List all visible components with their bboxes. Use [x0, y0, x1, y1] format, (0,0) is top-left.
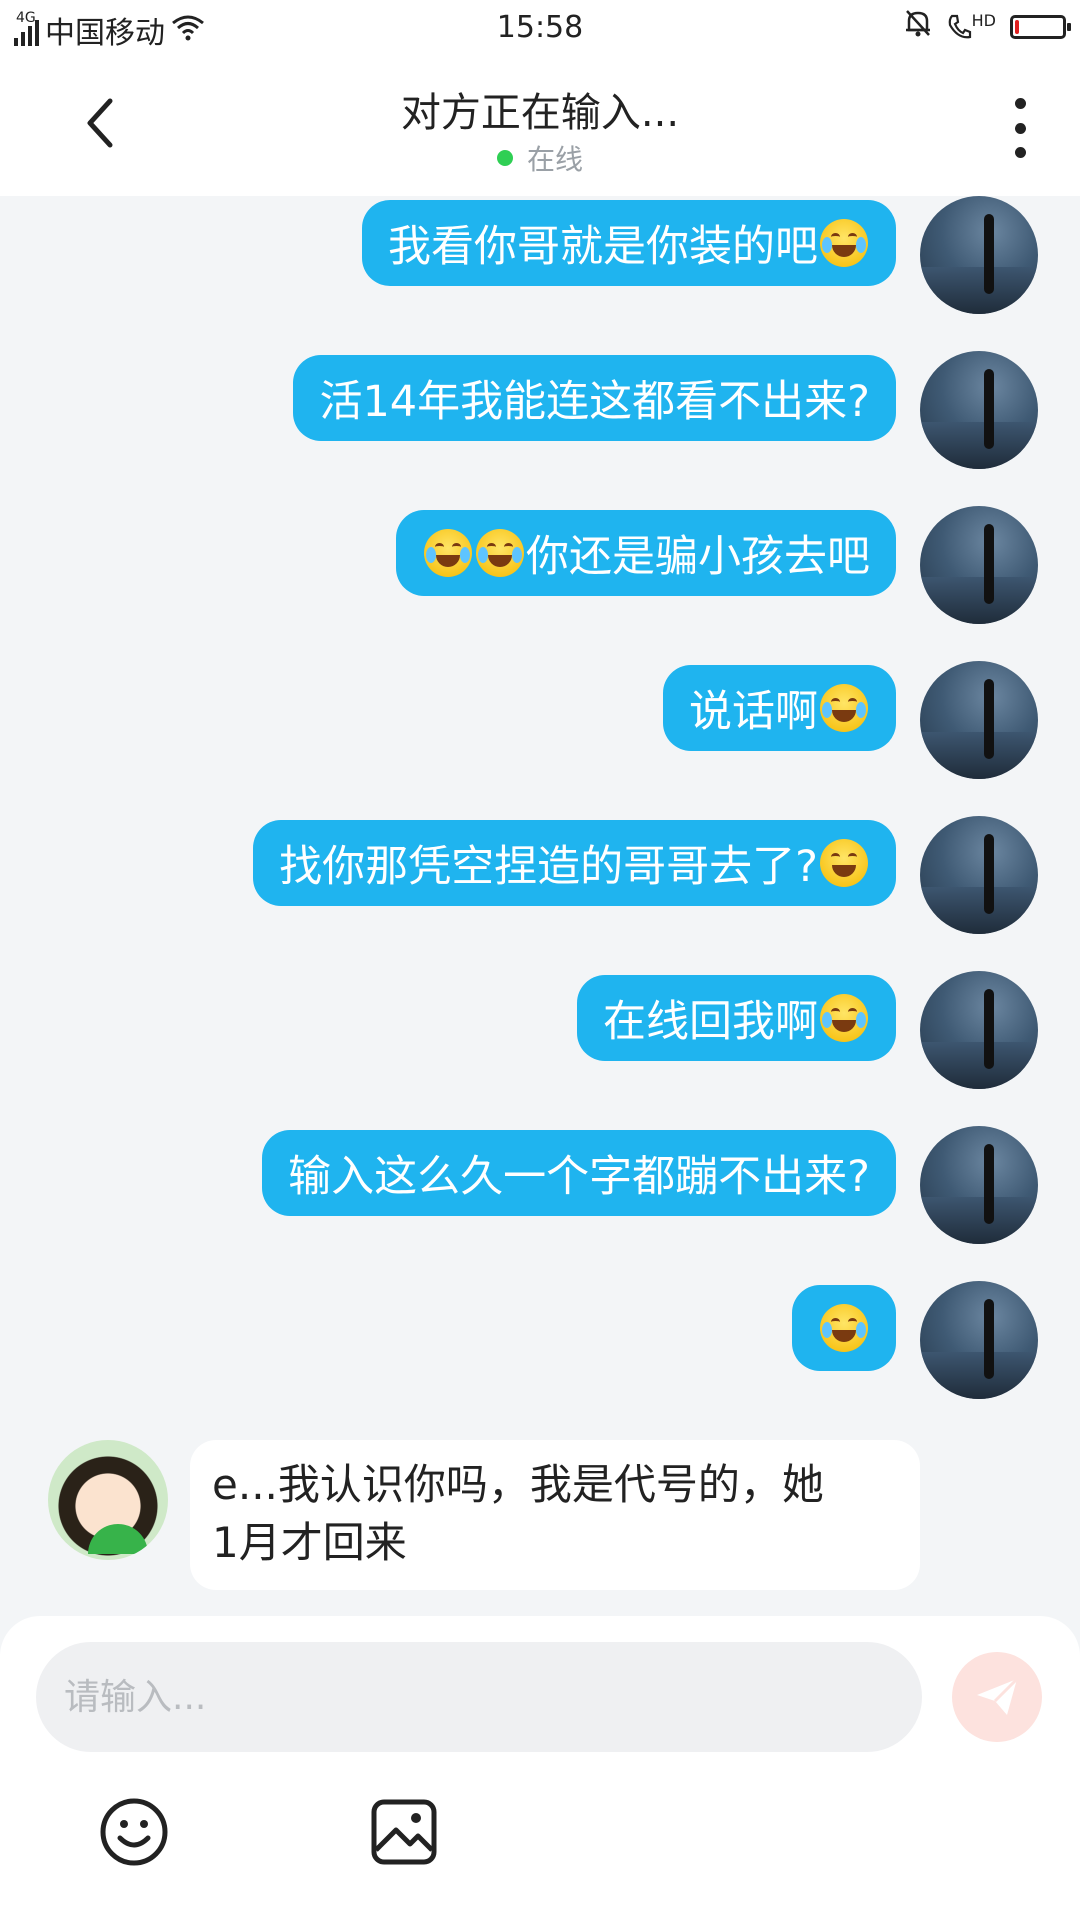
paper-plane-icon [977, 1677, 1019, 1715]
status-right: HD [904, 8, 1071, 46]
chat-header: 对方正在输入... 在线 [0, 58, 1080, 196]
message-bubble-out[interactable]: 我看你哥就是你装的吧 [362, 200, 896, 286]
message-bubble-out[interactable]: 在线回我啊 [577, 975, 896, 1061]
image-icon [371, 1799, 437, 1865]
status-bar: 4G 中国移动 15:58 HD [0, 0, 1080, 58]
message-out-row: 输入这么久一个字都蹦不出来? [262, 1126, 1038, 1244]
message-text: e...我认识你吗，我是代号的，她 [212, 1460, 824, 1509]
message-input[interactable] [36, 1642, 922, 1752]
composer [0, 1616, 1080, 1920]
message-out-row: 在线回我啊 [577, 971, 1038, 1089]
my-avatar[interactable] [920, 351, 1038, 469]
more-dot-icon [1014, 122, 1026, 134]
message-out-row: 找你那凭空捏造的哥哥去了? [253, 816, 1038, 934]
more-dot-icon [1014, 147, 1026, 158]
contact-avatar[interactable] [48, 1440, 168, 1560]
my-avatar[interactable] [920, 816, 1038, 934]
message-text: 1月才回来 [212, 1518, 407, 1567]
message-in-row: e...我认识你吗，我是代号的，她 1月才回来 [48, 1440, 920, 1590]
cry-laugh-emoji-icon [820, 1304, 868, 1352]
message-text: 活14年我能连这都看不出来? [319, 377, 870, 427]
message-bubble-out[interactable]: 活14年我能连这都看不出来? [293, 355, 896, 441]
my-avatar[interactable] [920, 1126, 1038, 1244]
message-out-row: 我看你哥就是你装的吧 [362, 196, 1038, 314]
my-avatar[interactable] [920, 1281, 1038, 1399]
online-dot-icon [496, 150, 513, 166]
cry-laugh-emoji-icon [820, 219, 868, 267]
cry-laugh-emoji-icon [820, 994, 868, 1042]
smiley-icon [100, 1798, 168, 1866]
my-avatar[interactable] [920, 661, 1038, 779]
send-button[interactable] [952, 1652, 1042, 1742]
battery-level-fill [1015, 20, 1019, 34]
message-bubble-in[interactable]: e...我认识你吗，我是代号的，她 1月才回来 [190, 1440, 920, 1590]
online-status-label: 在线 [526, 143, 583, 176]
battery-icon [1010, 15, 1071, 39]
page-title: 对方正在输入... [400, 90, 680, 136]
cry-laugh-emoji-icon [820, 684, 868, 732]
message-bubble-out[interactable]: 说话啊 [663, 665, 896, 751]
message-text: 说话啊 [689, 687, 818, 737]
message-bubble-out[interactable]: 你还是骗小孩去吧 [396, 510, 896, 596]
hd-call-icon: HD [946, 10, 996, 41]
cry-laugh-emoji-icon [424, 529, 472, 577]
my-avatar[interactable] [920, 971, 1038, 1089]
more-dot-icon [1014, 98, 1026, 109]
message-text: 找你那凭空捏造的哥哥去了? [279, 842, 818, 892]
grin-emoji-icon [820, 839, 868, 887]
message-out-row: 你还是骗小孩去吧 [396, 506, 1038, 624]
message-text: 在线回我啊 [603, 997, 818, 1047]
cry-laugh-emoji-icon [476, 529, 524, 577]
online-status: 在线 [0, 138, 1080, 178]
message-bubble-out[interactable]: 找你那凭空捏造的哥哥去了? [253, 820, 896, 906]
image-button[interactable] [368, 1796, 440, 1868]
message-bubble-out[interactable]: 输入这么久一个字都蹦不出来? [262, 1130, 896, 1216]
my-avatar[interactable] [920, 196, 1038, 314]
message-out-row: 说话啊 [663, 661, 1038, 779]
my-avatar[interactable] [920, 506, 1038, 624]
hd-label: HD [971, 10, 996, 30]
emoji-button[interactable] [98, 1796, 170, 1868]
message-text: 我看你哥就是你装的吧 [388, 222, 818, 272]
message-text: 你还是骗小孩去吧 [526, 532, 870, 582]
message-bubble-out[interactable] [792, 1285, 896, 1371]
message-out-row: 活14年我能连这都看不出来? [293, 351, 1038, 469]
message-text: 输入这么久一个字都蹦不出来? [288, 1152, 870, 1202]
more-options-button[interactable] [1010, 98, 1030, 158]
mute-bell-icon [904, 8, 932, 46]
message-out-row [792, 1281, 1038, 1399]
